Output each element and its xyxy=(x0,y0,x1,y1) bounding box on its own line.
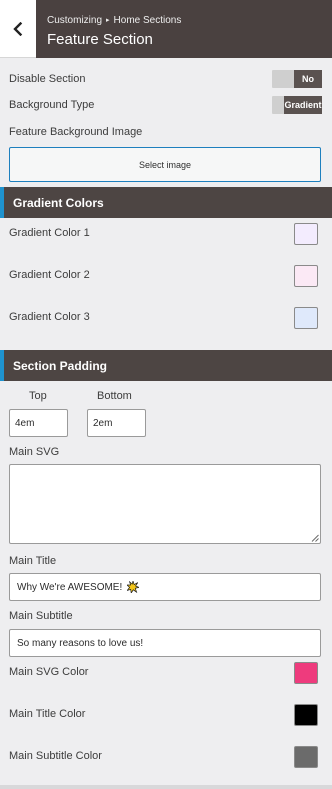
disable-section-label: Disable Section xyxy=(9,73,86,85)
page-title: Feature Section xyxy=(47,31,153,48)
main-title-value: Why We're AWESOME! xyxy=(17,581,123,593)
chevron-left-icon xyxy=(13,21,23,36)
gradient-color-3-swatch[interactable] xyxy=(294,307,318,329)
gradient-color-2-label: Gradient Color 2 xyxy=(9,269,90,281)
main-svg-color-swatch[interactable] xyxy=(294,662,318,684)
back-button[interactable] xyxy=(0,0,36,58)
header-text: Customizing ▸ Home Sections Feature Sectio… xyxy=(36,0,181,58)
main-title-label: Main Title xyxy=(9,555,57,567)
main-svg-color-label: Main SVG Color xyxy=(9,666,89,678)
padding-top-input[interactable]: 4em xyxy=(9,409,68,437)
disable-section-toggle[interactable]: No xyxy=(272,70,322,88)
main-svg-label: Main SVG xyxy=(9,446,60,458)
breadcrumb: Customizing ▸ Home Sections xyxy=(47,15,181,28)
background-type-label: Background Type xyxy=(9,99,95,111)
breadcrumb-separator: ▸ xyxy=(106,17,110,24)
main-title-color-label: Main Title Color xyxy=(9,708,86,720)
breadcrumb-parent: Customizing xyxy=(47,15,103,26)
main-subtitle-input[interactable]: So many reasons to love us! xyxy=(9,629,321,657)
feature-background-label: Feature Background Image xyxy=(9,126,143,138)
section-padding-heading: Section Padding xyxy=(0,350,332,381)
resize-handle-icon[interactable] xyxy=(311,534,319,542)
main-subtitle-color-label: Main Subtitle Color xyxy=(9,750,102,762)
gradient-colors-heading: Gradient Colors xyxy=(0,187,332,218)
main-title-input[interactable]: Why We're AWESOME! xyxy=(9,573,321,601)
main-subtitle-label: Main Subtitle xyxy=(9,610,73,622)
main-title-color-swatch[interactable] xyxy=(294,704,318,726)
padding-bottom-label: Bottom xyxy=(97,390,132,402)
gradient-color-1-swatch[interactable] xyxy=(294,223,318,245)
background-type-value: Gradient xyxy=(284,96,322,114)
main-subtitle-color-swatch[interactable] xyxy=(294,746,318,768)
padding-top-label: Top xyxy=(29,390,47,402)
main-subtitle-value: So many reasons to love us! xyxy=(17,637,144,649)
breadcrumb-current: Home Sections xyxy=(113,15,182,26)
background-type-toggle[interactable]: Gradient xyxy=(272,96,322,114)
main-svg-textarea[interactable] xyxy=(9,464,321,544)
gradient-color-1-label: Gradient Color 1 xyxy=(9,227,90,239)
gradient-color-3-label: Gradient Color 3 xyxy=(9,311,90,323)
select-image-button[interactable]: Select image xyxy=(9,147,321,182)
gradient-color-2-swatch[interactable] xyxy=(294,265,318,287)
padding-bottom-input[interactable]: 2em xyxy=(87,409,146,437)
disable-section-value: No xyxy=(294,70,322,88)
sparkle-burst-icon xyxy=(127,581,140,593)
customizer-header: Customizing ▸ Home Sections Feature Sectio… xyxy=(0,0,332,58)
panel-bottom-divider xyxy=(0,785,332,789)
